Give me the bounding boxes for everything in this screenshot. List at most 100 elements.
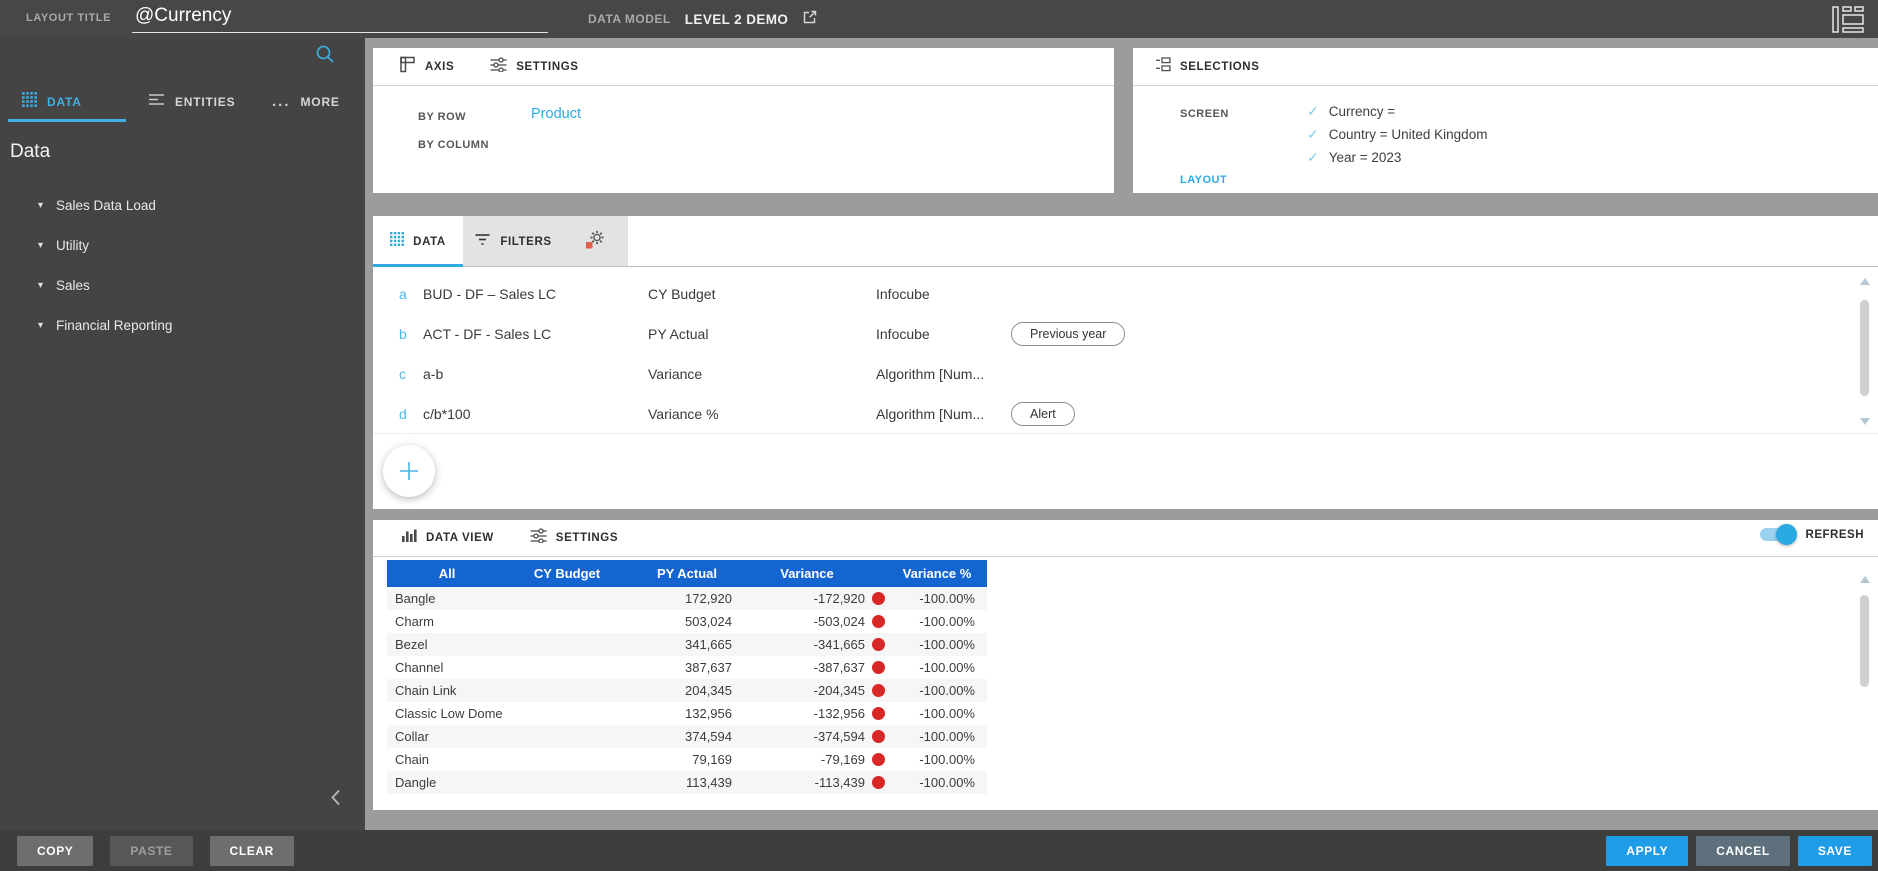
block-type: Algorithm [Num... bbox=[876, 406, 985, 422]
table-row[interactable]: Collar 374,594 -374,594 -100.00% bbox=[387, 725, 987, 748]
block-letter: b bbox=[399, 326, 407, 342]
selection-item: ✓ Country = United Kingdom bbox=[1307, 126, 1488, 142]
tree-item-sales-data-load[interactable]: ▾ Sales Data Load bbox=[0, 185, 365, 225]
selections-icon bbox=[1155, 56, 1171, 77]
table-row[interactable]: Chain 79,169 -79,169 -100.00% bbox=[387, 748, 987, 771]
table-row[interactable]: Chain Link 204,345 -204,345 -100.00% bbox=[387, 679, 987, 702]
column-header-py-actual[interactable]: PY Actual bbox=[627, 566, 747, 581]
layout-switcher-icon[interactable] bbox=[1832, 6, 1864, 38]
block-letter: c bbox=[399, 366, 406, 382]
table-row[interactable]: Charm 503,024 -503,024 -100.00% bbox=[387, 610, 987, 633]
caret-down-icon: ▾ bbox=[38, 319, 44, 331]
scroll-thumb[interactable] bbox=[1860, 300, 1869, 396]
tab-data[interactable]: DATA bbox=[373, 216, 463, 267]
tab-selections[interactable]: SELECTIONS bbox=[1155, 56, 1259, 77]
table-row[interactable]: Bangle 172,920 -172,920 -100.00% bbox=[387, 587, 987, 610]
data-block-row-a[interactable]: a BUD - DF – Sales LC CY Budget Infocube bbox=[373, 274, 1848, 314]
scroll-thumb[interactable] bbox=[1860, 595, 1869, 687]
block-type: Infocube bbox=[876, 286, 930, 302]
alert-dot-icon bbox=[872, 592, 885, 605]
block-name: Variance % bbox=[648, 406, 719, 422]
data-block-row-c[interactable]: c a-b Variance Algorithm [Num... bbox=[373, 354, 1848, 394]
sidebar-tab-entities[interactable]: ENTITIES bbox=[148, 82, 235, 122]
alert-dot-icon bbox=[872, 684, 885, 697]
block-name: PY Actual bbox=[648, 326, 709, 342]
paste-button[interactable]: PASTE bbox=[110, 835, 193, 866]
collapse-sidebar-chevron-icon[interactable] bbox=[330, 789, 341, 811]
block-source: c/b*100 bbox=[423, 406, 471, 422]
alert-dot-icon bbox=[872, 707, 885, 720]
copy-button[interactable]: COPY bbox=[17, 835, 94, 866]
refresh-toggle[interactable] bbox=[1759, 524, 1797, 545]
column-header-cy-budget[interactable]: CY Budget bbox=[507, 566, 627, 581]
alert-pill[interactable]: Alert bbox=[1011, 402, 1075, 426]
clear-button[interactable]: CLEAR bbox=[209, 835, 294, 866]
sidebar-section-title: Data bbox=[10, 141, 51, 162]
toggle-knob bbox=[1775, 524, 1797, 545]
add-data-block-button[interactable] bbox=[383, 445, 435, 497]
alert-dot-icon bbox=[872, 730, 885, 743]
sidebar-tab-more[interactable]: ... MORE bbox=[272, 82, 340, 122]
rows-footer-divider bbox=[373, 433, 1878, 434]
table-row[interactable]: Channel 387,637 -387,637 -100.00% bbox=[387, 656, 987, 679]
screen-label: SCREEN bbox=[1180, 108, 1229, 120]
tree-item-sales[interactable]: ▾ Sales bbox=[0, 265, 365, 305]
check-icon: ✓ bbox=[1307, 149, 1319, 165]
caret-down-icon: ▾ bbox=[38, 279, 44, 291]
apply-button[interactable]: APPLY bbox=[1606, 835, 1689, 866]
check-icon: ✓ bbox=[1307, 126, 1319, 142]
sidebar-tab-label: ENTITIES bbox=[175, 95, 236, 109]
layout-title-input[interactable]: @Currency bbox=[132, 5, 548, 33]
table-row[interactable]: Bezel 341,665 -341,665 -100.00% bbox=[387, 633, 987, 656]
tree-item-utility[interactable]: ▾ Utility bbox=[0, 225, 365, 265]
filter-lines-icon bbox=[474, 233, 491, 251]
tab-filters[interactable]: FILTERS bbox=[463, 216, 563, 267]
data-panel-tabstrip: DATA FILTERS bbox=[373, 216, 1878, 267]
axis-icon bbox=[400, 56, 416, 78]
open-data-model-icon[interactable] bbox=[802, 9, 818, 30]
data-block-row-b[interactable]: b ACT - DF - Sales LC PY Actual Infocube… bbox=[373, 314, 1848, 354]
gear-alert-icon bbox=[585, 229, 606, 255]
block-source: a-b bbox=[423, 366, 444, 382]
column-header-variance-pct[interactable]: Variance % bbox=[887, 566, 987, 581]
column-header-variance[interactable]: Variance bbox=[747, 566, 887, 581]
data-panel-scrollbar bbox=[1858, 278, 1871, 425]
sidebar-tab-label: MORE bbox=[300, 95, 340, 109]
previous-year-pill[interactable]: Previous year bbox=[1011, 322, 1126, 346]
tab-cube-settings[interactable] bbox=[563, 216, 628, 267]
table-row[interactable]: Classic Low Dome 132,956 -132,956 -100.0… bbox=[387, 702, 987, 725]
save-button[interactable]: SAVE bbox=[1797, 835, 1872, 866]
axis-panel: AXIS SETTINGS BY ROW Product BY COLUMN bbox=[373, 48, 1114, 193]
tab-data-view[interactable]: DATA VIEW bbox=[401, 528, 494, 548]
cancel-button[interactable]: CANCEL bbox=[1696, 835, 1790, 866]
alert-dot-icon bbox=[872, 638, 885, 651]
active-tab-underline bbox=[8, 119, 126, 122]
alert-dot-icon bbox=[872, 615, 885, 628]
tab-dataview-settings[interactable]: SETTINGS bbox=[529, 528, 618, 548]
by-row-value[interactable]: Product bbox=[531, 106, 581, 122]
data-preview-table: All CY Budget PY Actual Variance Varianc… bbox=[387, 560, 987, 794]
data-tree: ▾ Sales Data Load ▾ Utility ▾ Sales ▾ Fi… bbox=[0, 185, 365, 345]
dataview-scrollbar bbox=[1858, 576, 1871, 687]
data-blocks-panel: DATA FILTERS a BUD - DF – Sales LC CY Bu… bbox=[373, 216, 1878, 509]
bar-chart-icon bbox=[401, 528, 417, 548]
layout-title-label: LAYOUT TITLE bbox=[26, 12, 112, 24]
table-row[interactable]: Dangle 113,439 -113,439 -100.00% bbox=[387, 771, 987, 794]
scroll-down-arrow[interactable] bbox=[1859, 418, 1870, 425]
block-name: CY Budget bbox=[648, 286, 716, 302]
block-source: BUD - DF – Sales LC bbox=[423, 286, 557, 302]
tree-item-financial-reporting[interactable]: ▾ Financial Reporting bbox=[0, 305, 365, 345]
data-grid-icon bbox=[22, 92, 37, 112]
tab-axis-settings[interactable]: SETTINGS bbox=[490, 56, 578, 77]
tab-axis[interactable]: AXIS bbox=[400, 56, 454, 78]
scroll-up-arrow[interactable] bbox=[1859, 278, 1870, 285]
sidebar-tab-data[interactable]: DATA bbox=[22, 82, 82, 122]
data-block-row-d[interactable]: d c/b*100 Variance % Algorithm [Num... A… bbox=[373, 394, 1848, 434]
scroll-up-arrow[interactable] bbox=[1859, 576, 1870, 583]
block-name: Variance bbox=[648, 366, 703, 382]
selections-panel: SELECTIONS SCREEN ✓ Currency = ✓ Country… bbox=[1133, 48, 1878, 193]
active-tab-underline bbox=[373, 264, 463, 267]
top-bar: LAYOUT TITLE @Currency DATA MODEL LEVEL … bbox=[0, 0, 1878, 38]
column-header-all[interactable]: All bbox=[387, 566, 507, 581]
search-icon[interactable] bbox=[315, 44, 335, 69]
